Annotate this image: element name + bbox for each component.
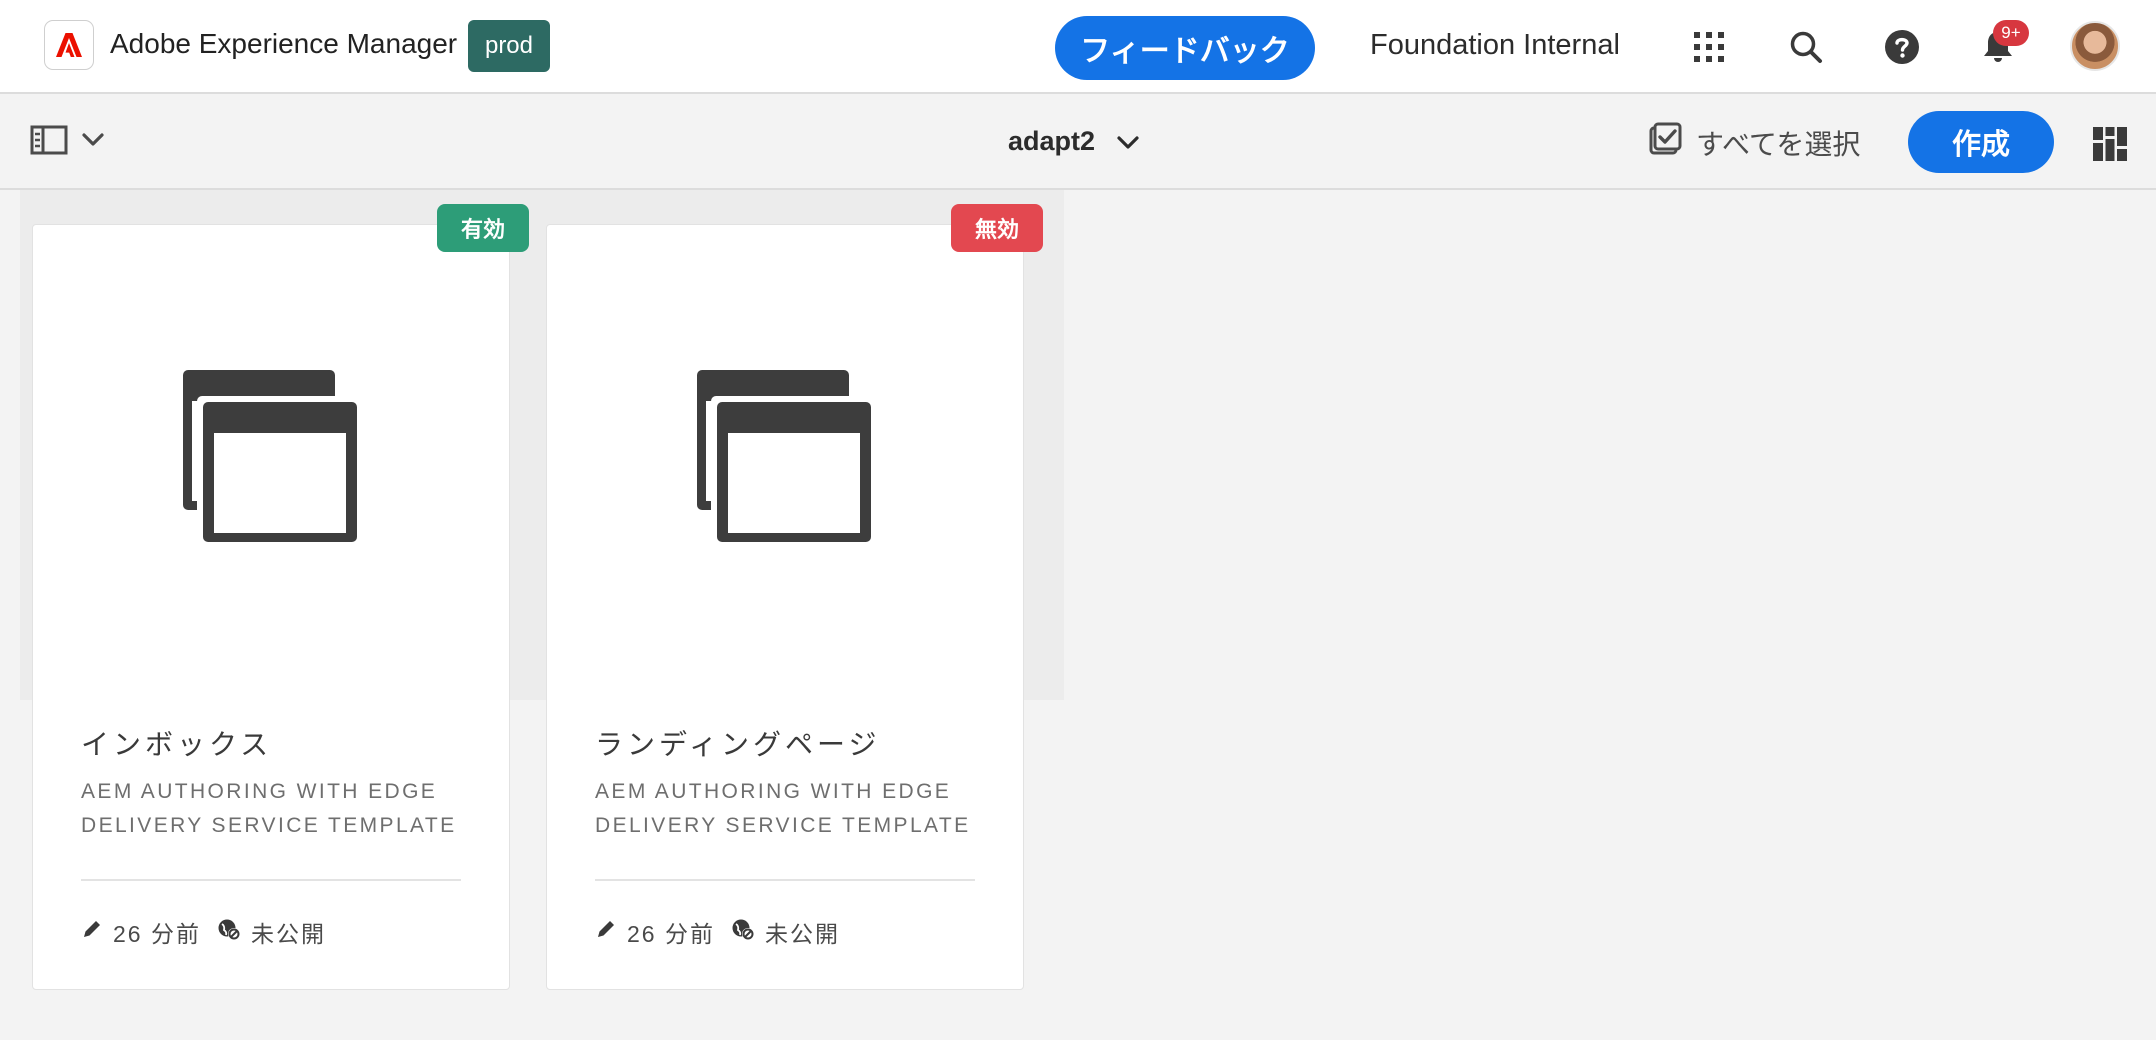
modified-time: 26 分前 bbox=[113, 921, 201, 947]
search-icon[interactable] bbox=[1783, 24, 1829, 70]
publish-state: 未公開 bbox=[250, 921, 326, 947]
template-card[interactable]: インボックス AEM AUTHORING WITH EDGE DELIVERY … bbox=[32, 224, 510, 990]
pencil-icon bbox=[81, 918, 103, 946]
card-meta: 26 分前 未公開 bbox=[595, 915, 840, 949]
template-card[interactable]: ランディングページ AEM AUTHORING WITH EDGE DELIVE… bbox=[546, 224, 1024, 990]
globe-unpublished-icon bbox=[731, 917, 755, 947]
page-template-icon bbox=[181, 368, 361, 553]
folder-title: adapt2 bbox=[1008, 126, 1096, 156]
user-avatar[interactable] bbox=[2070, 21, 2120, 71]
modified-time: 26 分前 bbox=[627, 921, 715, 947]
card-meta: 26 分前 未公開 bbox=[81, 915, 326, 949]
card-view-switch-icon[interactable] bbox=[2092, 126, 2128, 162]
card-thumbnail bbox=[33, 225, 508, 695]
checkbox-icon bbox=[1648, 122, 1682, 163]
org-switcher[interactable]: Foundation Internal bbox=[1370, 29, 1620, 62]
notification-count-badge: 9+ bbox=[1993, 20, 2029, 46]
globe-unpublished-icon bbox=[217, 917, 241, 947]
global-header: Adobe Experience Manager prod フィードバック Fo… bbox=[0, 0, 2156, 94]
create-button[interactable]: 作成 bbox=[1908, 111, 2054, 173]
pencil-icon bbox=[595, 918, 617, 946]
feedback-button[interactable]: フィードバック bbox=[1055, 16, 1315, 80]
select-all-label: すべてを選択 bbox=[1696, 128, 1861, 160]
card-subtitle: AEM AUTHORING WITH EDGE DELIVERY SERVICE… bbox=[595, 780, 971, 837]
card-divider bbox=[81, 879, 461, 881]
folder-title-dropdown[interactable]: adapt2 bbox=[1008, 126, 1139, 157]
adobe-logo-icon[interactable] bbox=[44, 20, 94, 70]
action-bar: adapt2 すべてを選択 作成 bbox=[0, 96, 2156, 190]
rail-toggle-button[interactable] bbox=[30, 122, 120, 162]
publish-state: 未公開 bbox=[764, 921, 840, 947]
card-divider bbox=[595, 879, 975, 881]
card-title: インボックス bbox=[81, 729, 273, 760]
status-badge-disabled: 無効 bbox=[951, 204, 1043, 252]
page-template-icon bbox=[695, 368, 875, 553]
chevron-down-icon bbox=[82, 132, 104, 152]
app-title[interactable]: Adobe Experience Manager bbox=[110, 28, 457, 60]
apps-grid-icon[interactable] bbox=[1686, 24, 1732, 70]
help-icon[interactable] bbox=[1879, 24, 1925, 70]
environment-badge: prod bbox=[468, 20, 550, 72]
card-subtitle: AEM AUTHORING WITH EDGE DELIVERY SERVICE… bbox=[81, 780, 457, 837]
chevron-down-icon bbox=[1117, 126, 1139, 157]
sidebar-panel-icon bbox=[30, 125, 68, 160]
status-badge-active: 有効 bbox=[437, 204, 529, 252]
card-thumbnail bbox=[547, 225, 1022, 695]
card-title: ランディングページ bbox=[595, 729, 881, 760]
select-all-button[interactable]: すべてを選択 bbox=[1648, 122, 1860, 163]
